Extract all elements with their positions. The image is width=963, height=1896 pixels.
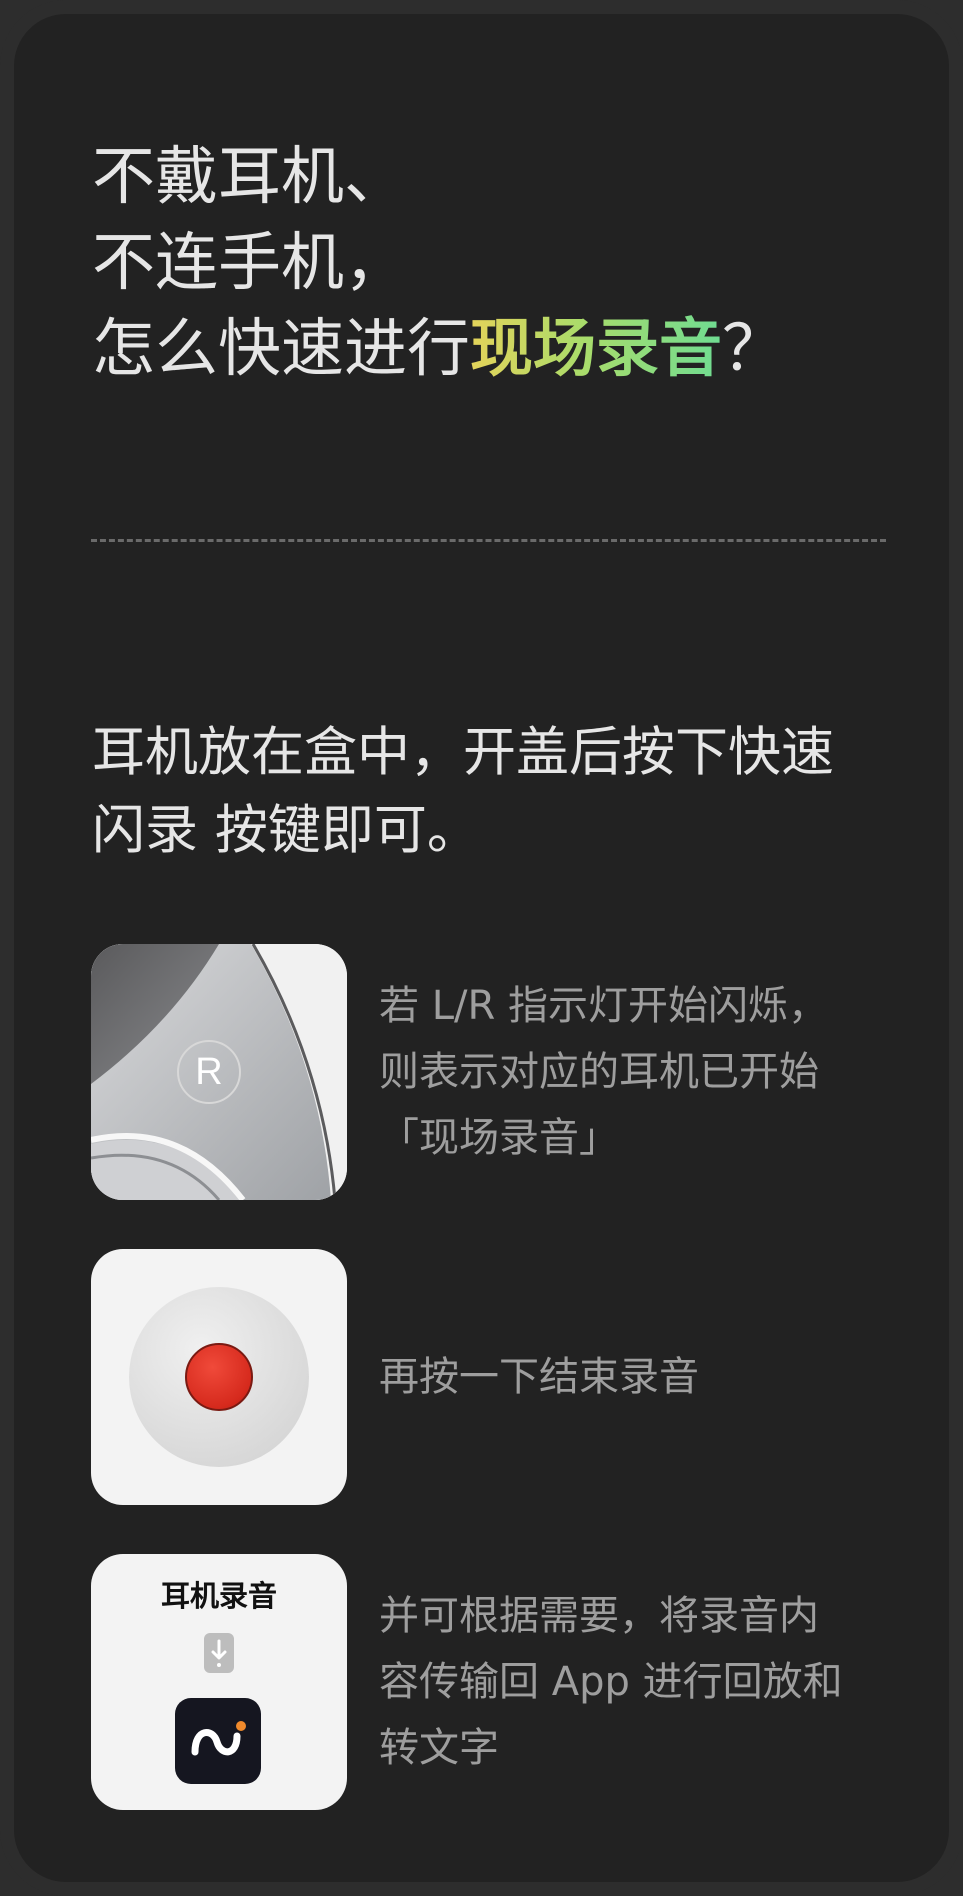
headline-line-3: 怎么快速进行现场录音？ [92, 306, 785, 392]
earbud-recording-title: 耳机录音 [160, 1579, 277, 1613]
step-2-line-1: 再按一下结束录音 [379, 1354, 699, 1400]
r-button-icon: R [177, 1040, 241, 1104]
headline-line-2: 不连手机， [92, 226, 407, 299]
app-transfer-image: 耳机录音 [91, 1554, 347, 1810]
step-stop-recording: 再按一下结束录音 [91, 1249, 921, 1505]
step-3-line-1: 并可根据需要，将录音内 [379, 1593, 819, 1639]
instruction-line-1: 耳机放在盒中，开盖后按下快速 [92, 722, 834, 783]
download-icon [204, 1633, 234, 1673]
headline-line-3-prefix: 怎么快速进行 [92, 312, 470, 385]
headline-highlight: 现场录音 [470, 312, 722, 385]
record-dot-icon [185, 1343, 253, 1411]
headline-line-1: 不戴耳机、 [92, 140, 407, 213]
r-button-letter: R [195, 1050, 223, 1093]
instruction-line-2: 闪录 按键即可。 [92, 800, 480, 861]
record-button-icon [129, 1287, 309, 1467]
earbud-r-button-image: R [91, 944, 347, 1200]
step-3-text: 并可根据需要，将录音内 容传输回 App 进行回放和 转文字 [379, 1554, 919, 1810]
feature-card: 不戴耳机、 不连手机， 怎么快速进行现场录音？ 耳机放在盒中，开盖后按下快速 闪… [0, 0, 963, 1896]
headline: 不戴耳机、 不连手机， 怎么快速进行现场录音？ [92, 134, 785, 392]
record-button-image [91, 1249, 347, 1505]
step-transfer-to-app: 耳机录音 并可根据需要，将录音内 容传输回 App 进行回放和 转文字 [91, 1554, 921, 1810]
step-1-line-2: 则表示对应的耳机已开始 [379, 1049, 819, 1095]
app-icon [175, 1698, 261, 1784]
step-1-text: 若 L/R 指示灯开始闪烁， 则表示对应的耳机已开始 「现场录音」 [379, 944, 919, 1200]
step-indicator-light: R 若 L/R 指示灯开始闪烁， 则表示对应的耳机已开始 「现场录音」 [91, 944, 921, 1200]
step-3-line-2: 容传输回 App 进行回放和 [379, 1659, 843, 1705]
headline-line-3-suffix: ？ [722, 312, 785, 385]
step-3-line-3: 转文字 [379, 1725, 499, 1771]
instruction-text: 耳机放在盒中，开盖后按下快速 闪录 按键即可。 [92, 714, 912, 870]
step-1-line-1: 若 L/R 指示灯开始闪烁， [379, 983, 828, 1029]
step-2-text: 再按一下结束录音 [379, 1249, 919, 1505]
dashed-divider [91, 539, 886, 542]
step-1-line-3: 「现场录音」 [379, 1115, 619, 1161]
